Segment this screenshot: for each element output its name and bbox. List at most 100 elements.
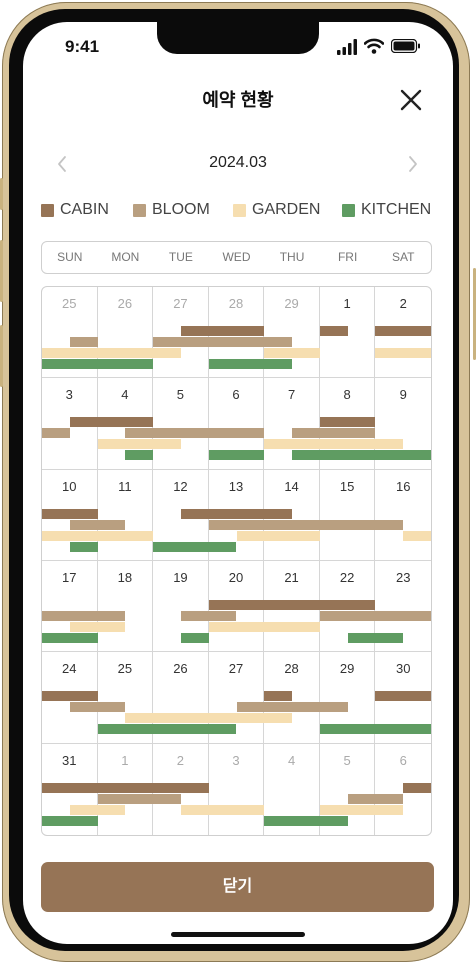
day-number: 16 bbox=[395, 478, 411, 494]
day-number: 4 bbox=[121, 387, 129, 403]
day-number: 21 bbox=[284, 570, 299, 585]
reservation-bar-garden[interactable] bbox=[236, 530, 320, 541]
reservation-bar-bloom[interactable] bbox=[69, 702, 126, 713]
reservation-bar-garden[interactable] bbox=[125, 713, 293, 724]
reservation-bar-cabin[interactable] bbox=[319, 417, 376, 428]
reservation-bar-kitchen[interactable] bbox=[180, 633, 209, 643]
day-number: 18 bbox=[117, 570, 133, 585]
day-number: 1 bbox=[121, 752, 129, 768]
day-number: 2 bbox=[399, 296, 407, 311]
home-indicator bbox=[171, 932, 305, 937]
day-number: 25 bbox=[117, 661, 133, 677]
reservation-bar-kitchen[interactable] bbox=[292, 450, 431, 461]
weekday-sun: SUN bbox=[57, 250, 83, 264]
reservation-bar-bloom[interactable] bbox=[347, 793, 404, 804]
reservation-bar-kitchen[interactable] bbox=[97, 724, 237, 735]
reservation-bar-cabin[interactable] bbox=[69, 417, 154, 428]
day-cell[interactable]: 15 bbox=[319, 469, 376, 561]
weekday-mon: MON bbox=[111, 250, 140, 264]
reservation-bar-bloom[interactable] bbox=[42, 611, 126, 621]
battery-icon bbox=[391, 39, 420, 53]
legend-swatch-cabin bbox=[41, 204, 54, 217]
reservation-bar-kitchen[interactable] bbox=[69, 541, 98, 552]
day-number: 5 bbox=[176, 387, 185, 403]
volume-up-button bbox=[0, 178, 3, 210]
day-cell[interactable]: 18 bbox=[97, 561, 154, 653]
reservation-bar-cabin[interactable] bbox=[180, 508, 293, 519]
day-number: 6 bbox=[232, 387, 240, 403]
reservation-bar-cabin[interactable] bbox=[42, 508, 98, 519]
reservation-bar-kitchen[interactable] bbox=[125, 450, 154, 461]
reservation-bar-bloom[interactable] bbox=[97, 793, 181, 804]
day-cell[interactable]: 3 bbox=[209, 743, 265, 835]
reservation-bar-garden[interactable] bbox=[375, 348, 431, 358]
reservation-bar-cabin[interactable] bbox=[375, 326, 431, 336]
screen: 9:41 예약 현황 2024.03 CABIN BLOOM GARDEN KI… bbox=[23, 22, 453, 944]
reservation-bar-bloom[interactable] bbox=[236, 702, 348, 713]
reservation-bar-bloom[interactable] bbox=[69, 519, 126, 530]
day-cell[interactable]: 5 bbox=[153, 378, 209, 470]
reservation-bar-bloom[interactable] bbox=[180, 611, 237, 621]
day-number: 1 bbox=[343, 296, 351, 311]
day-number: 11 bbox=[118, 478, 132, 494]
day-number: 13 bbox=[228, 478, 244, 494]
reservation-bar-garden[interactable] bbox=[180, 804, 265, 815]
page-title: 예약 현황 bbox=[202, 90, 274, 110]
reservation-bar-bloom[interactable] bbox=[319, 611, 431, 621]
reservation-bar-cabin[interactable] bbox=[264, 691, 293, 702]
reservation-bar-bloom[interactable] bbox=[125, 428, 265, 439]
reservation-bar-garden[interactable] bbox=[319, 804, 404, 815]
reservation-bar-kitchen[interactable] bbox=[42, 359, 154, 369]
day-number: 17 bbox=[62, 570, 77, 585]
reservation-bar-garden[interactable] bbox=[208, 622, 320, 632]
calendar-grid: 25 26 27 28 29 1 2 3 4 5 6 7 8 9 10 11 12 13 14 15 16 17 18 19 2… bbox=[41, 286, 432, 836]
day-number: 10 bbox=[62, 478, 77, 494]
reservation-bar-bloom[interactable] bbox=[153, 337, 293, 347]
weekday-fri: FRI bbox=[337, 250, 358, 264]
reservation-bar-garden[interactable] bbox=[97, 439, 181, 450]
close-icon[interactable] bbox=[397, 86, 425, 114]
reservation-bar-kitchen[interactable] bbox=[42, 815, 98, 826]
reservation-bar-bloom[interactable] bbox=[292, 428, 376, 439]
mute-switch bbox=[0, 325, 3, 387]
reservation-bar-bloom[interactable] bbox=[208, 519, 404, 530]
reservation-bar-kitchen[interactable] bbox=[264, 815, 348, 826]
reservation-bar-kitchen[interactable] bbox=[319, 724, 431, 735]
reservation-bar-cabin[interactable] bbox=[180, 326, 265, 336]
legend-swatch-bloom bbox=[133, 204, 146, 217]
cellular-signal-icon bbox=[337, 39, 357, 55]
reservation-bar-kitchen[interactable] bbox=[208, 450, 265, 461]
legend-label: BLOOM bbox=[152, 201, 210, 218]
reservation-bar-garden[interactable] bbox=[403, 530, 431, 541]
reservation-bar-garden[interactable] bbox=[264, 439, 404, 450]
day-cell[interactable]: 11 bbox=[97, 469, 154, 561]
day-number: 7 bbox=[287, 387, 296, 403]
day-number: 9 bbox=[399, 387, 407, 403]
reservation-bar-cabin[interactable] bbox=[319, 326, 348, 336]
reservation-bar-cabin[interactable] bbox=[375, 691, 431, 702]
reservation-bar-garden[interactable] bbox=[264, 348, 320, 358]
reservation-bar-garden[interactable] bbox=[42, 348, 181, 358]
month-navigator: 2024.03 bbox=[23, 150, 453, 180]
reservation-bar-cabin[interactable] bbox=[403, 782, 431, 793]
reservation-bar-kitchen[interactable] bbox=[208, 359, 293, 369]
day-number: 26 bbox=[117, 296, 133, 311]
reservation-bar-garden[interactable] bbox=[42, 530, 154, 541]
reservation-bar-kitchen[interactable] bbox=[153, 541, 237, 552]
status-time: 9:41 bbox=[65, 37, 100, 56]
day-number: 29 bbox=[284, 296, 299, 311]
chevron-right-icon[interactable] bbox=[401, 152, 425, 176]
weekday-wed: WED bbox=[222, 250, 251, 264]
notch bbox=[157, 22, 319, 54]
reservation-bar-garden[interactable] bbox=[69, 804, 126, 815]
reservation-bar-bloom[interactable] bbox=[69, 337, 98, 347]
reservation-bar-cabin[interactable] bbox=[208, 600, 376, 610]
reservation-bar-kitchen[interactable] bbox=[42, 633, 98, 643]
close-button[interactable]: 닫기 bbox=[41, 862, 434, 912]
reservation-bar-bloom[interactable] bbox=[42, 428, 70, 439]
day-cell[interactable]: 16 bbox=[375, 470, 431, 561]
reservation-bar-kitchen[interactable] bbox=[347, 633, 404, 643]
reservation-bar-garden[interactable] bbox=[69, 622, 126, 632]
reservation-bar-cabin[interactable] bbox=[42, 782, 209, 793]
reservation-bar-cabin[interactable] bbox=[42, 691, 98, 702]
